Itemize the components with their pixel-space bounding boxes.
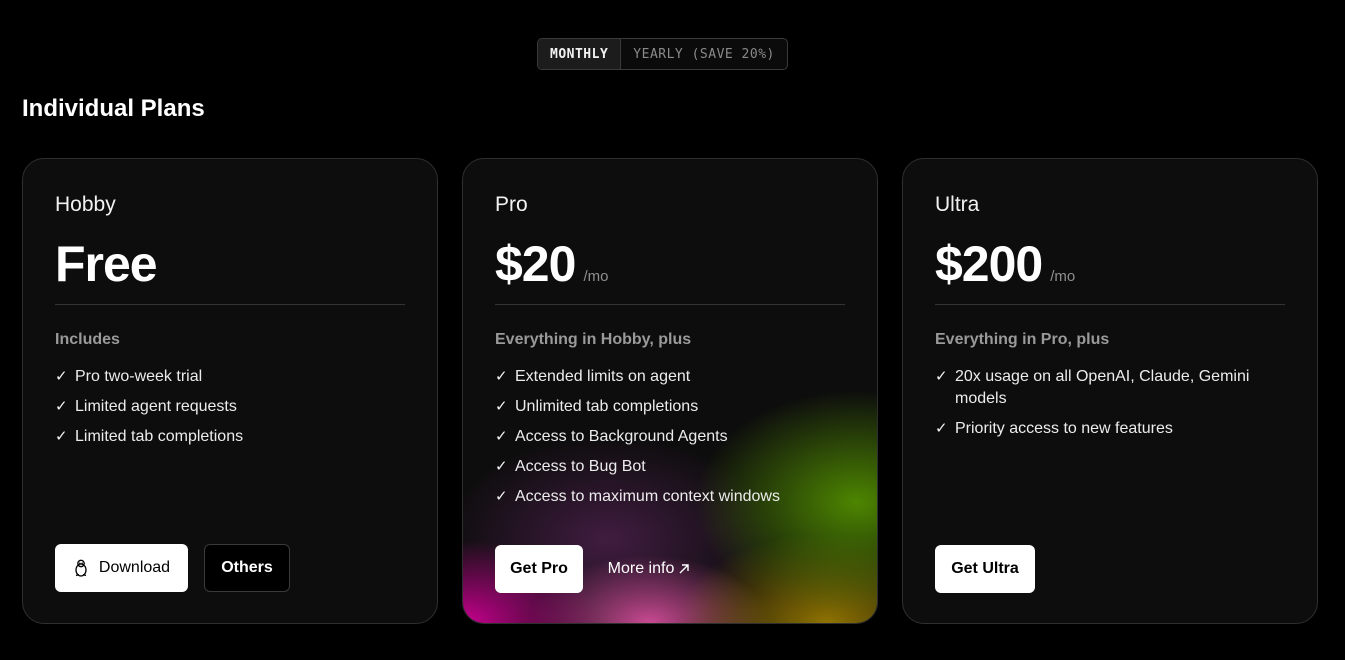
check-icon: ✓	[935, 420, 948, 437]
plan-name: Hobby	[55, 193, 116, 216]
more-info-link[interactable]: More info	[599, 545, 699, 593]
check-icon: ✓	[495, 398, 508, 415]
price-period: /mo	[1050, 268, 1076, 285]
get-pro-button[interactable]: Get Pro	[495, 545, 583, 593]
divider	[55, 304, 405, 305]
check-icon: ✓	[495, 488, 508, 505]
feature-item: ✓ 20x usage on all OpenAI, Claude, Gemini…	[935, 366, 1265, 410]
feature-list: ✓ Pro two-week trial ✓ Limited agent reque…	[55, 366, 395, 456]
divider	[495, 304, 845, 305]
feature-item: ✓ Unlimited tab completions	[495, 396, 835, 418]
download-label: Download	[98, 559, 171, 576]
feature-item: ✓ Access to Bug Bot	[495, 456, 835, 478]
plan-price: $20	[495, 236, 576, 292]
check-icon: ✓	[55, 398, 68, 415]
price-row: $20 /mo	[495, 235, 608, 293]
others-button[interactable]: Others	[204, 544, 290, 592]
plan-card-ultra: Ultra $200 /mo Everything in Pro, plus ✓…	[902, 158, 1318, 624]
linux-penguin-icon	[73, 559, 89, 577]
check-icon: ✓	[495, 368, 508, 385]
check-icon: ✓	[935, 368, 948, 385]
check-icon: ✓	[495, 458, 508, 475]
plan-price: $200	[935, 236, 1043, 292]
feature-item: ✓ Limited tab completions	[55, 426, 395, 448]
feature-item: ✓ Access to Background Agents	[495, 426, 835, 448]
feature-item: ✓ Limited agent requests	[55, 396, 395, 418]
feature-item: ✓ Pro two-week trial	[55, 366, 395, 388]
includes-heading: Everything in Pro, plus	[935, 331, 1110, 348]
plan-name: Ultra	[935, 193, 980, 216]
feature-list: ✓ 20x usage on all OpenAI, Claude, Gemini…	[935, 366, 1265, 448]
feature-item: ✓ Access to maximum context windows	[495, 486, 835, 508]
billing-toggle: MONTHLY YEARLY (SAVE 20%)	[537, 38, 788, 70]
price-row: Free	[55, 235, 158, 293]
plan-card-pro: Pro $20 /mo Everything in Hobby, plus ✓ E…	[462, 158, 878, 624]
more-info-label: More info	[607, 560, 675, 577]
download-button[interactable]: Download	[55, 544, 188, 592]
plan-price: Free	[55, 236, 158, 292]
price-row: $200 /mo	[935, 235, 1075, 293]
price-period: /mo	[583, 268, 609, 285]
check-icon: ✓	[55, 428, 68, 445]
get-ultra-button[interactable]: Get Ultra	[935, 545, 1035, 593]
arrow-up-right-icon	[678, 563, 690, 575]
toggle-monthly[interactable]: MONTHLY	[538, 39, 622, 69]
feature-item: ✓ Extended limits on agent	[495, 366, 835, 388]
plan-card-hobby: Hobby Free Includes ✓ Pro two-week trial …	[22, 158, 438, 624]
section-title: Individual Plans	[22, 95, 205, 122]
includes-heading: Everything in Hobby, plus	[495, 331, 692, 348]
check-icon: ✓	[55, 368, 68, 385]
toggle-yearly[interactable]: YEARLY (SAVE 20%)	[621, 39, 787, 69]
feature-item: ✓ Priority access to new features	[935, 418, 1265, 440]
plan-name: Pro	[495, 193, 528, 216]
check-icon: ✓	[495, 428, 508, 445]
feature-list: ✓ Extended limits on agent ✓ Unlimited tab…	[495, 366, 835, 516]
divider	[935, 304, 1285, 305]
includes-heading: Includes	[55, 331, 120, 348]
